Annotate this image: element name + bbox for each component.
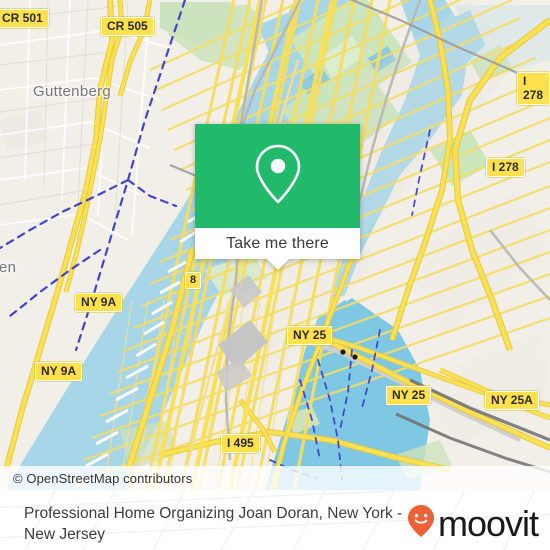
place-title: Professional Home Organizing Joan Doran,… [24, 505, 403, 543]
attribution-text: © OpenStreetMap contributors [13, 470, 193, 486]
shield-ny-9a-south: NY 9A [35, 362, 83, 381]
shield-route-8: 8 [185, 272, 202, 289]
shield-cr-501: CR 501 [0, 9, 49, 28]
shield-i-495: I 495 [221, 434, 260, 453]
place-label-guttenberg: Guttenberg [33, 83, 112, 100]
place-label-partial: en [0, 259, 17, 276]
shield-ny-9a-north: NY 9A [75, 293, 123, 312]
moovit-brand[interactable]: moovit [406, 502, 539, 544]
page-footer: Professional Home Organizing Joan Doran,… [0, 490, 550, 550]
take-me-there-label: Take me there [226, 234, 329, 252]
shield-ny-25a: NY 25A [485, 391, 539, 410]
moovit-wordmark: moovit [437, 502, 539, 544]
shield-ny-25-east: NY 25 [386, 386, 432, 405]
callout-action-bar[interactable]: Take me there [195, 228, 360, 270]
callout-tail [266, 259, 289, 270]
shield-ny-25-west: NY 25 [287, 326, 333, 345]
map-attribution[interactable]: © OpenStreetMap contributors [0, 466, 550, 490]
moovit-map-page: CR 501 CR 505 I 278 I 278 NY 9A NY 9A 8 … [0, 0, 550, 550]
take-me-there-callout[interactable]: Take me there [195, 124, 360, 270]
shield-cr-505: CR 505 [101, 17, 154, 36]
shield-i-278-south: I 278 [486, 158, 525, 177]
moovit-smiley-pin-icon [406, 504, 436, 543]
callout-pin-area [195, 124, 360, 228]
shield-i-278-north: I 278 [517, 72, 550, 105]
map-pin-icon [251, 143, 305, 210]
